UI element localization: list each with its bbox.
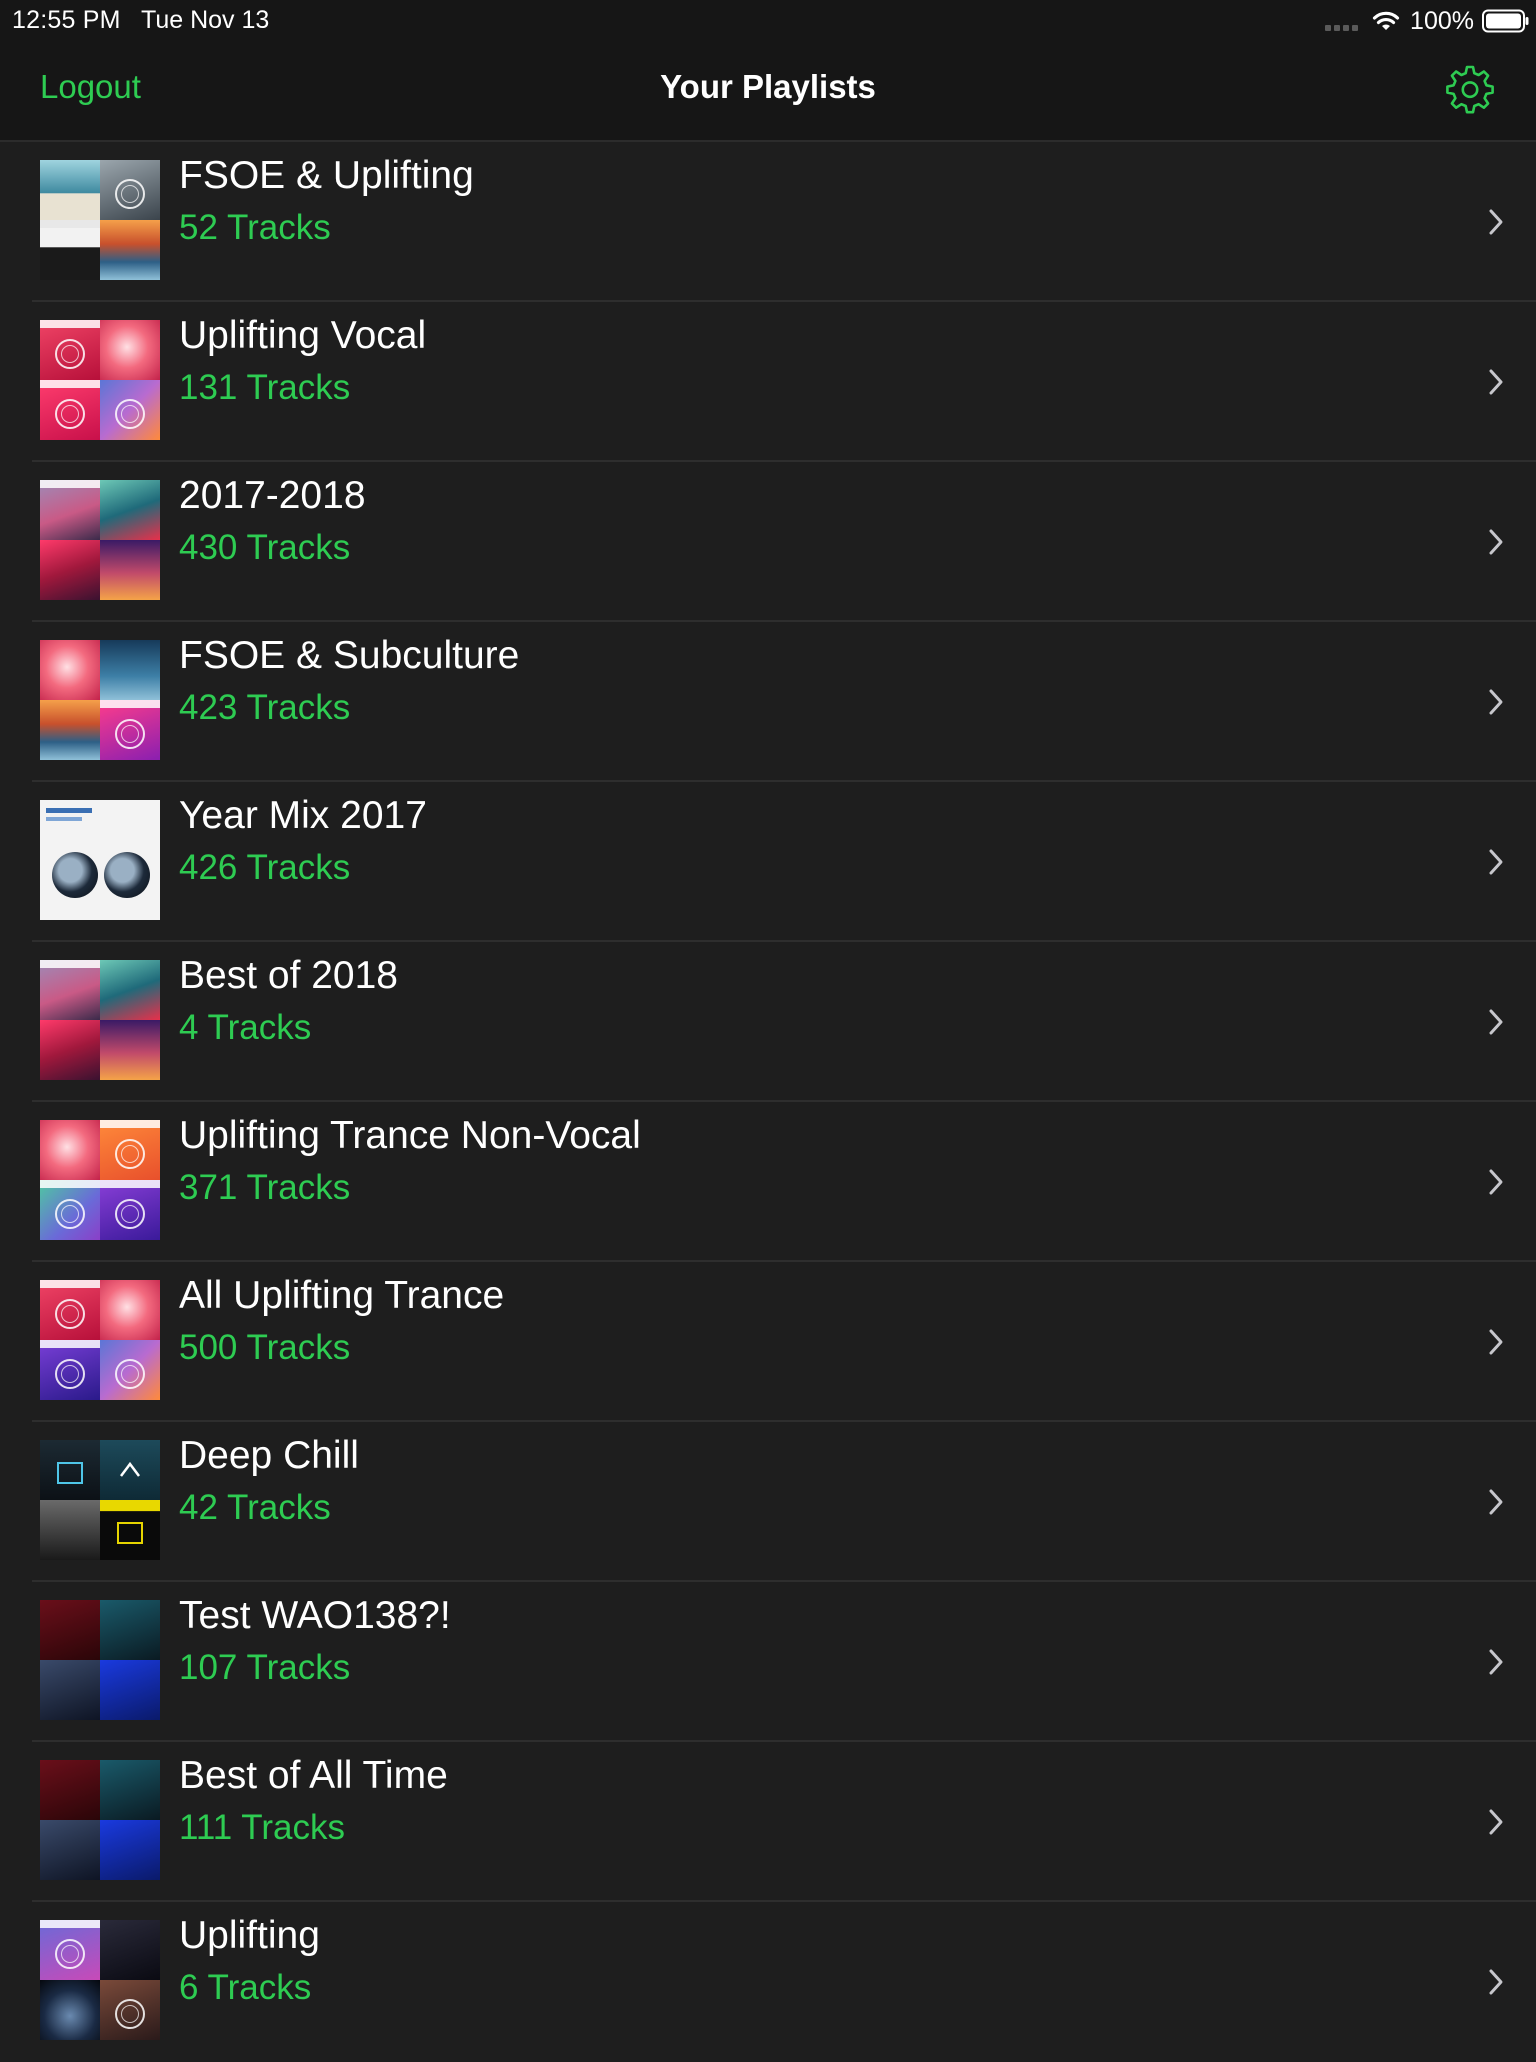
playlist-title: Year Mix 2017 (179, 794, 427, 837)
status-date: Tue Nov 13 (141, 6, 270, 34)
chevron-right-icon (1489, 1489, 1503, 1515)
wifi-icon (1372, 11, 1400, 30)
chevron-right-icon (1489, 1169, 1503, 1195)
playlist-track-count: 4 Tracks (179, 1008, 312, 1047)
playlist-title: All Uplifting Trance (179, 1274, 505, 1317)
playlist-title: Uplifting Vocal (179, 314, 427, 357)
playlist-title: Best of 2018 (179, 954, 398, 997)
playlist-track-count: 423 Tracks (179, 688, 351, 727)
playlist-title: Deep Chill (179, 1434, 359, 1477)
playlist-row[interactable]: Best of All Time 111 Tracks (0, 1742, 1536, 1902)
playlist-track-count: 131 Tracks (179, 368, 351, 407)
playlist-row[interactable]: All Uplifting Trance 500 Tracks (0, 1262, 1536, 1422)
playlist-title: Uplifting (179, 1914, 320, 1957)
playlist-row[interactable]: Uplifting Trance Non-Vocal 371 Tracks (0, 1102, 1536, 1262)
logout-button[interactable]: Logout (40, 68, 141, 106)
battery-percentage: 100% (1410, 6, 1474, 35)
playlist-row[interactable]: Year Mix 2017 426 Tracks (0, 782, 1536, 942)
page-title: Your Playlists (660, 68, 876, 105)
playlist-artwork (40, 1280, 160, 1400)
playlist-row[interactable]: Uplifting 6 Tracks (0, 1902, 1536, 2062)
playlist-title: Best of All Time (179, 1754, 448, 1797)
playlist-track-count: 371 Tracks (179, 1168, 351, 1207)
playlist-artwork (40, 1760, 160, 1880)
chevron-right-icon (1489, 369, 1503, 395)
playlist-artwork (40, 1440, 160, 1560)
playlist-artwork (40, 1600, 160, 1720)
playlist-list: FSOE & Uplifting 52 Tracks Uplifting Voc… (0, 142, 1536, 2062)
chevron-right-icon (1489, 1649, 1503, 1675)
playlist-title: Uplifting Trance Non-Vocal (179, 1114, 641, 1157)
chevron-right-icon (1489, 529, 1503, 555)
chevron-right-icon (1489, 209, 1503, 235)
playlist-track-count: 42 Tracks (179, 1488, 331, 1527)
playlist-artwork (40, 1920, 160, 2040)
navigation-bar: 12:55 PM Tue Nov 13 100% Logout Your Pla… (0, 0, 1536, 142)
playlist-artwork (40, 640, 160, 760)
playlist-row[interactable]: Test WAO138?! 107 Tracks (0, 1582, 1536, 1742)
chevron-right-icon (1489, 849, 1503, 875)
battery-icon (1482, 9, 1529, 33)
playlist-row[interactable]: Best of 2018 4 Tracks (0, 942, 1536, 1102)
playlist-row[interactable]: Uplifting Vocal 131 Tracks (0, 302, 1536, 462)
gear-icon[interactable] (1445, 64, 1495, 114)
playlist-track-count: 111 Tracks (179, 1808, 345, 1847)
playlist-artwork (40, 160, 160, 280)
playlist-artwork (40, 800, 160, 920)
playlist-title: FSOE & Subculture (179, 634, 520, 677)
status-time: 12:55 PM (12, 6, 121, 34)
status-indicators: 100% (1325, 4, 1530, 38)
playlist-row[interactable]: 2017-2018 430 Tracks (0, 462, 1536, 622)
playlist-row[interactable]: FSOE & Uplifting 52 Tracks (0, 142, 1536, 302)
playlist-artwork (40, 960, 160, 1080)
playlist-title: Test WAO138?! (179, 1594, 451, 1637)
playlist-artwork (40, 320, 160, 440)
playlist-track-count: 426 Tracks (179, 848, 351, 887)
playlist-track-count: 107 Tracks (179, 1648, 351, 1687)
chevron-right-icon (1489, 1329, 1503, 1355)
chevron-right-icon (1489, 1009, 1503, 1035)
playlist-title: FSOE & Uplifting (179, 154, 474, 197)
chevron-right-icon (1489, 689, 1503, 715)
playlist-track-count: 52 Tracks (179, 208, 331, 247)
playlist-artwork (40, 480, 160, 600)
playlist-title: 2017-2018 (179, 474, 366, 517)
playlist-track-count: 430 Tracks (179, 528, 351, 567)
playlist-track-count: 6 Tracks (179, 1968, 312, 2007)
playlist-artwork (40, 1120, 160, 1240)
playlist-row[interactable]: Deep Chill 42 Tracks (0, 1422, 1536, 1582)
playlist-row[interactable]: FSOE & Subculture 423 Tracks (0, 622, 1536, 782)
playlist-track-count: 500 Tracks (179, 1328, 351, 1367)
signal-dots-icon (1325, 11, 1359, 31)
chevron-right-icon (1489, 1809, 1503, 1835)
chevron-right-icon (1489, 1969, 1503, 1995)
